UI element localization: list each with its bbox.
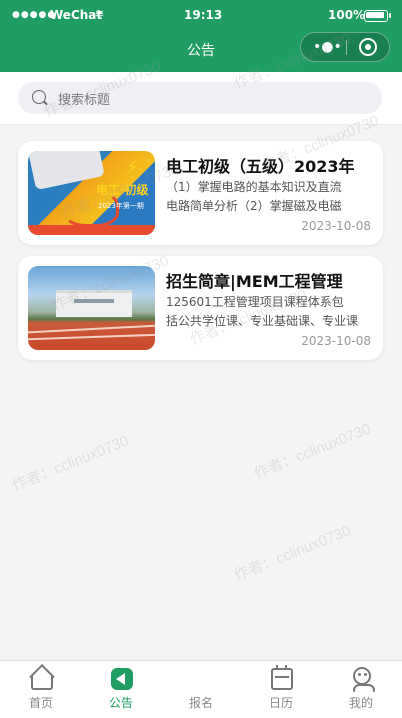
battery-icon xyxy=(364,10,388,22)
battery-percent: 100% xyxy=(328,8,366,22)
announcement-desc: 125601工程管理项目课程体系包 括公共学位课、专业基础课、专业课 xyxy=(166,293,376,331)
top-bar: ●●●●● WeChat ≋ 19:13 100% 公告 •●• xyxy=(0,0,402,72)
tab-calendar[interactable]: 日历 xyxy=(241,661,321,718)
search-bar-container xyxy=(0,72,402,125)
track-lane xyxy=(28,324,155,334)
announcement-card[interactable]: 招生简章|MEM工程管理 125601工程管理项目课程体系包 括公共学位课、专业… xyxy=(18,256,383,360)
tab-label: 首页 xyxy=(28,696,53,710)
wifi-icon: ≋ xyxy=(95,7,105,20)
more-icon[interactable]: •●• xyxy=(313,39,342,55)
home-icon xyxy=(31,675,53,690)
building-graphic xyxy=(56,290,132,317)
tab-label: 我的 xyxy=(348,696,373,710)
tab-label: 报名 xyxy=(188,696,213,710)
mini-program-capsule: •●• xyxy=(300,32,390,62)
tab-announcement[interactable]: 公告 xyxy=(81,661,161,718)
watermark: 作者：cclinux0730 xyxy=(251,420,374,483)
profile-icon xyxy=(353,667,375,692)
track-lane xyxy=(28,333,155,341)
announcement-date: 2023-10-08 xyxy=(301,334,371,348)
bottom-tab-bar: 首页 公告 报名 日历 我的 xyxy=(0,660,402,718)
close-target-icon[interactable] xyxy=(359,38,377,56)
announcement-icon xyxy=(111,668,133,690)
watermark: 作者：cclinux0730 xyxy=(231,522,354,585)
tab-profile[interactable]: 我的 xyxy=(321,661,401,718)
lightning-icon: ⚡ xyxy=(126,157,139,178)
announcement-desc-line: （1）掌握电路的基本知识及直流 xyxy=(166,180,342,194)
announcement-date: 2023-10-08 xyxy=(301,219,371,233)
thumbnail-base xyxy=(28,225,155,235)
search-box[interactable] xyxy=(18,82,382,114)
tab-register[interactable]: 报名 xyxy=(161,661,241,718)
tab-label: 公告 xyxy=(108,696,133,710)
announcement-desc-line: 125601工程管理项目课程体系包 xyxy=(166,295,344,309)
announcement-thumbnail xyxy=(28,266,155,350)
power-strip-graphic xyxy=(28,151,105,191)
grid-icon xyxy=(191,668,213,690)
announcement-card[interactable]: ⚡ 电工·初级 2023年第一期 电工初级（五级）2023年 （1）掌握电路的基… xyxy=(18,141,383,245)
thumbnail-title: 电工·初级 xyxy=(96,183,149,197)
announcement-title: 电工初级（五级）2023年 xyxy=(166,157,355,176)
announcement-desc-line: 括公共学位课、专业基础课、专业课 xyxy=(166,314,359,328)
tab-label: 日历 xyxy=(268,696,293,710)
announcement-desc-line: 电路简单分析（2）掌握磁及电磁 xyxy=(166,199,342,213)
tab-home[interactable]: 首页 xyxy=(1,661,81,718)
calendar-icon xyxy=(271,665,293,690)
status-bar: ●●●●● WeChat ≋ 19:13 100% xyxy=(0,0,402,30)
announcement-desc: （1）掌握电路的基本知识及直流 电路简单分析（2）掌握磁及电磁 xyxy=(166,178,376,216)
status-time: 19:13 xyxy=(184,8,223,22)
announcement-title: 招生简章|MEM工程管理 xyxy=(166,272,343,291)
watermark: 作者：cclinux0730 xyxy=(9,432,132,495)
thumbnail-subtitle: 2023年第一期 xyxy=(98,202,144,210)
search-icon xyxy=(32,90,46,104)
announcement-thumbnail: ⚡ 电工·初级 2023年第一期 xyxy=(28,151,155,235)
capsule-divider xyxy=(346,40,347,55)
search-input[interactable] xyxy=(56,88,360,110)
battery-tip xyxy=(389,13,391,18)
